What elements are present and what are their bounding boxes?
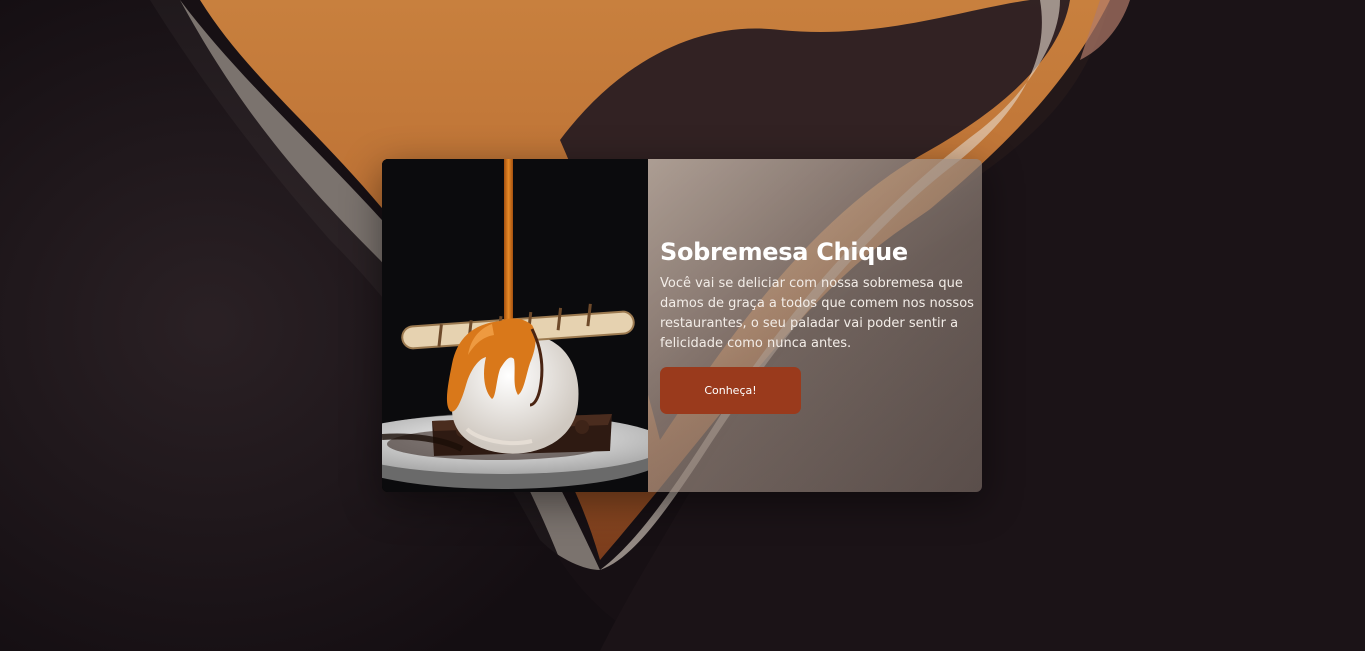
dessert-illustration: [382, 159, 648, 492]
dessert-image: [382, 159, 648, 492]
card-title: Sobremesa Chique: [660, 238, 908, 266]
card-info-panel: Sobremesa Chique Você vai se deliciar co…: [648, 159, 982, 492]
dessert-card: Sobremesa Chique Você vai se deliciar co…: [382, 159, 982, 492]
conheca-button[interactable]: Conheça!: [660, 367, 801, 414]
card-description: Você vai se deliciar com nossa sobremesa…: [660, 276, 974, 351]
page-background: Sobremesa Chique Você vai se deliciar co…: [0, 0, 1365, 651]
